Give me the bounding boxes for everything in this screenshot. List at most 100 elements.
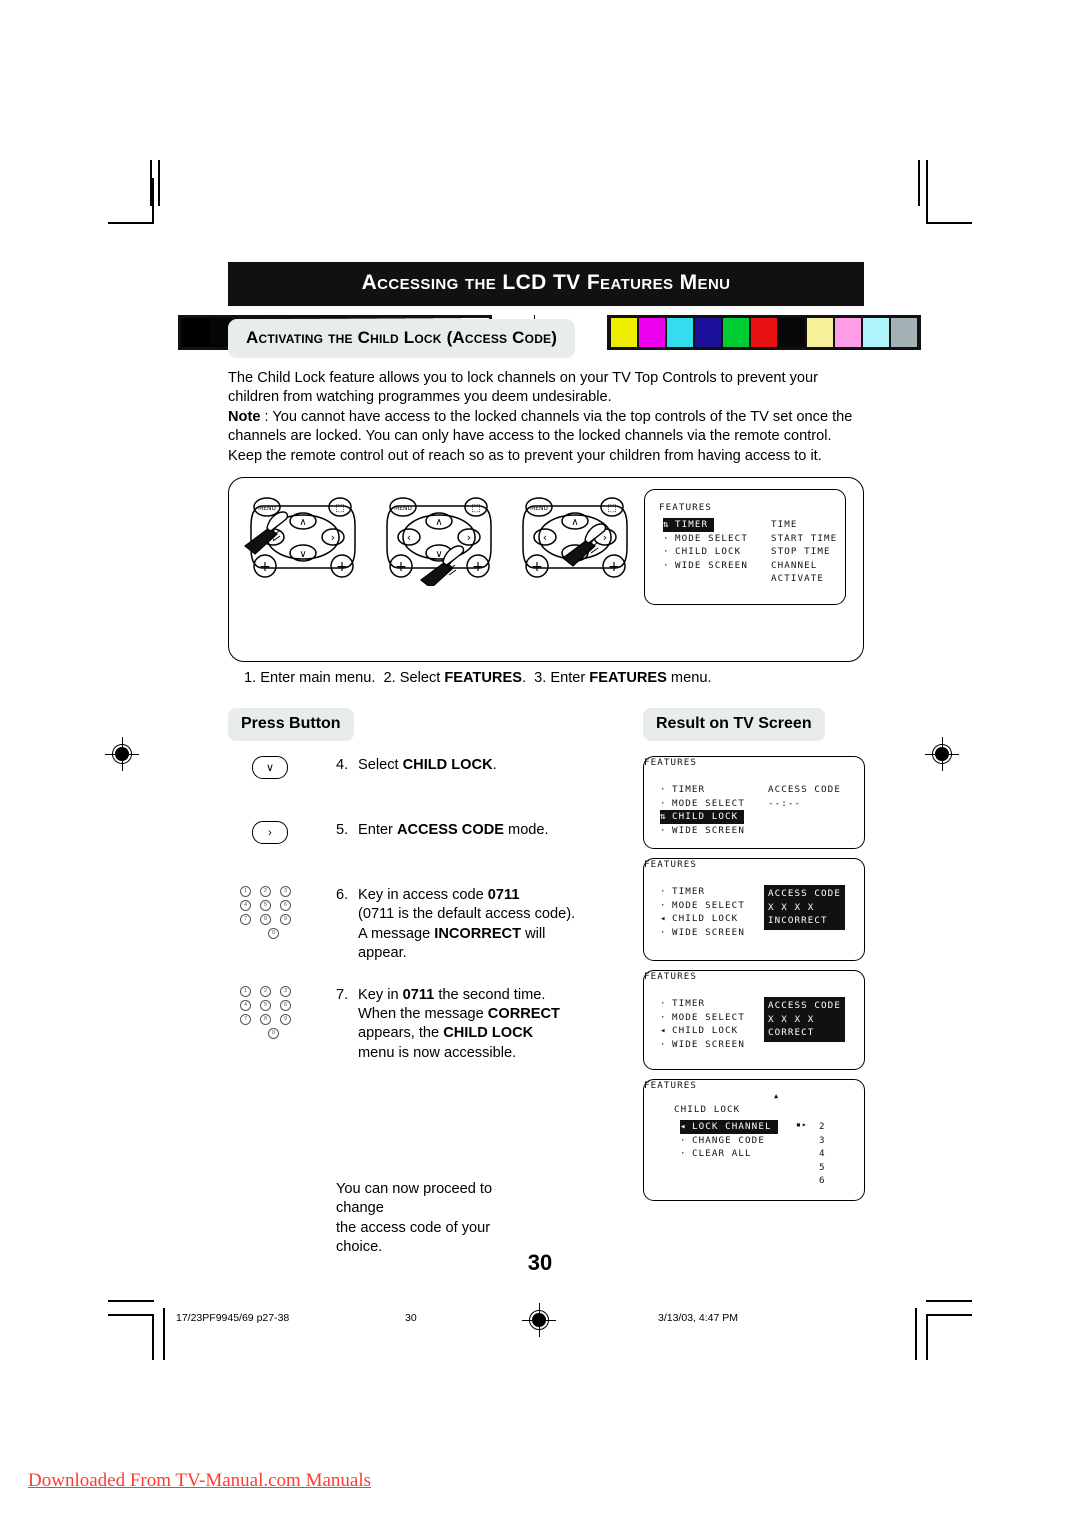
step-first-line: 6. Key in access code 0711: [336, 886, 575, 905]
keypad-key[interactable]: 2: [260, 886, 271, 898]
keypad-key[interactable]: 5: [260, 999, 271, 1011]
menu-item[interactable]: ◂ LOCK CHANNEL: [680, 1120, 778, 1134]
result-on-tv-header: Result on TV Screen: [643, 708, 825, 742]
grayscale-swatch: [181, 318, 209, 347]
svg-text:∧: ∧: [435, 517, 442, 528]
step-continuation-line: A message INCORRECT will: [336, 925, 575, 944]
down-arrow-button[interactable]: ∨: [252, 756, 288, 780]
menu-item-label: TIMER: [675, 519, 709, 531]
menu-item[interactable]: · CHILD LOCK: [663, 545, 748, 559]
keypad-key[interactable]: 9: [280, 1013, 291, 1025]
menu-item[interactable]: · MODE SELECT: [660, 899, 745, 913]
emphasis: CHILD LOCK: [443, 1025, 534, 1042]
menu-item[interactable]: · MODE SELECT: [660, 1011, 745, 1025]
menu-item[interactable]: ◂ CHILD LOCK: [660, 1024, 745, 1038]
menu-item[interactable]: · WIDE SCREEN: [660, 824, 745, 838]
svg-text:›: ›: [331, 531, 335, 544]
menu-item-marker-icon: ·: [660, 1038, 667, 1050]
keypad-row: 789: [240, 1013, 304, 1028]
step-text: 5. Enter ACCESS CODE mode.: [336, 821, 549, 840]
menu-item-list: ◂ LOCK CHANNEL · CHANGE CODE · CLEAR ALL: [680, 1120, 778, 1161]
step-text-segment: the second time.: [434, 986, 546, 1003]
right-arrow-button[interactable]: ›: [252, 821, 288, 845]
svg-text:∨: ∨: [299, 549, 306, 560]
svg-text:MENU: MENU: [394, 505, 412, 512]
keypad-key[interactable]: 0: [268, 1027, 279, 1039]
menu-item[interactable]: · WIDE SCREEN: [663, 559, 748, 573]
tv-screen-result-1: FEATURES · TIMER · MODE SELECT ⇅ CHILD LOCK · WI…: [643, 756, 865, 850]
keypad-key[interactable]: 8: [260, 914, 271, 926]
menu-item[interactable]: · CHANGE CODE: [680, 1134, 778, 1148]
menu-item[interactable]: · TIMER: [660, 783, 745, 797]
remote-illustration-panel: MENU⬚++∧∨‹›MENU⬚++∧∨‹›MENU⬚++∧∨‹› FEATUR…: [228, 477, 864, 663]
numeric-keypad-icon[interactable]: 1234567890: [240, 985, 304, 1042]
svg-text:+: +: [472, 559, 484, 575]
menu-item-marker-icon: ·: [663, 546, 670, 558]
menu-value: ACTIVATE: [771, 573, 825, 585]
step-number: 4.: [336, 757, 349, 774]
status-line: X X X X: [768, 901, 815, 913]
channel-number: 6: [819, 1175, 826, 1187]
channel-number-column: 23 45 6: [819, 1120, 826, 1188]
caption-step-2: 2. Select FEATURES.: [383, 670, 527, 687]
page-content: Accessing the LCD TV Features Menu Activ…: [228, 262, 865, 1255]
keypad-key[interactable]: 7: [240, 1013, 251, 1025]
menu-item[interactable]: · MODE SELECT: [663, 532, 748, 546]
keypad-key[interactable]: 5: [260, 900, 271, 912]
menu-item[interactable]: · WIDE SCREEN: [660, 1038, 745, 1052]
tv-screen-result-2: FEATURES · TIMER · MODE SELECT ◂ CHILD LOCK · WI…: [643, 858, 865, 962]
menu-item-list: · TIMER · MODE SELECT ⇅ CHILD LOCK · WIDE SCREE…: [660, 783, 745, 837]
status-line: ACCESS CODE: [768, 888, 841, 900]
keypad-key[interactable]: 3: [280, 985, 291, 997]
keypad-row: 0: [240, 928, 304, 942]
keypad-key[interactable]: 6: [280, 900, 291, 912]
press-button-header: Press Button: [228, 708, 354, 742]
menu-item-marker-icon: ⇅: [660, 811, 667, 823]
svg-text:⬚: ⬚: [471, 503, 480, 514]
emphasis: ACCESS CODE: [396, 822, 504, 839]
emphasis: CHILD LOCK: [402, 757, 493, 774]
note-body: You cannot have access to the locked cha…: [228, 408, 853, 464]
footer-file-reference: 17/23PF9945/69 p27-38: [176, 1312, 290, 1324]
step-number: 6.: [336, 887, 349, 904]
keypad-key[interactable]: 0: [268, 928, 279, 940]
menu-item[interactable]: ◂ CHILD LOCK: [660, 912, 745, 926]
caption-step-3: 3. Enter FEATURES menu.: [534, 670, 712, 687]
menu-item[interactable]: · TIMER: [660, 997, 745, 1011]
keypad-key[interactable]: 4: [240, 900, 251, 912]
menu-item-label: MODE SELECT: [675, 532, 748, 544]
menu-item-label: WIDE SCREEN: [672, 824, 745, 836]
menu-value: TIME: [771, 519, 798, 531]
step-continuation-line: When the message CORRECT: [336, 1005, 560, 1024]
menu-item[interactable]: · TIMER: [660, 885, 745, 899]
menu-item-label: CHILD LOCK: [672, 913, 739, 925]
registration-mark-left: [105, 737, 139, 771]
menu-item-marker-icon: ·: [660, 886, 667, 898]
keypad-row: 123: [240, 985, 304, 1000]
numeric-keypad-icon[interactable]: 123 456 7890: [240, 886, 304, 942]
print-footer: 17/23PF9945/69 p27-38 30 3/13/03, 4:47 P…: [0, 1300, 1080, 1360]
menu-item-label: WIDE SCREEN: [675, 559, 748, 571]
menu-item[interactable]: ⇅ TIMER: [663, 518, 748, 532]
keypad-key[interactable]: 8: [260, 1013, 271, 1025]
menu-item-marker-icon: ·: [660, 784, 667, 796]
keypad-key[interactable]: 7: [240, 914, 251, 926]
status-box: ACCESS CODE X X X X CORRECT: [764, 997, 845, 1042]
keypad-key[interactable]: 1: [240, 886, 251, 898]
menu-item-label: TIMER: [672, 998, 706, 1010]
menu-item[interactable]: · WIDE SCREEN: [660, 926, 745, 940]
keypad-key[interactable]: 4: [240, 999, 251, 1011]
menu-item[interactable]: · CLEAR ALL: [680, 1147, 778, 1161]
keypad-key[interactable]: 1: [240, 985, 251, 997]
keypad-key[interactable]: 2: [260, 985, 271, 997]
crop-mark-top-left: [108, 178, 154, 224]
keypad-key[interactable]: 9: [280, 914, 291, 926]
menu-item[interactable]: ⇅ CHILD LOCK: [660, 810, 745, 824]
step-continuation-line: appear.: [336, 944, 575, 963]
note-separator: :: [260, 408, 273, 425]
keypad-key[interactable]: 6: [280, 999, 291, 1011]
keypad-key[interactable]: 3: [280, 886, 291, 898]
channel-number: 2: [819, 1121, 826, 1133]
menu-item[interactable]: · MODE SELECT: [660, 797, 745, 811]
step-text-segment: will: [521, 925, 546, 942]
